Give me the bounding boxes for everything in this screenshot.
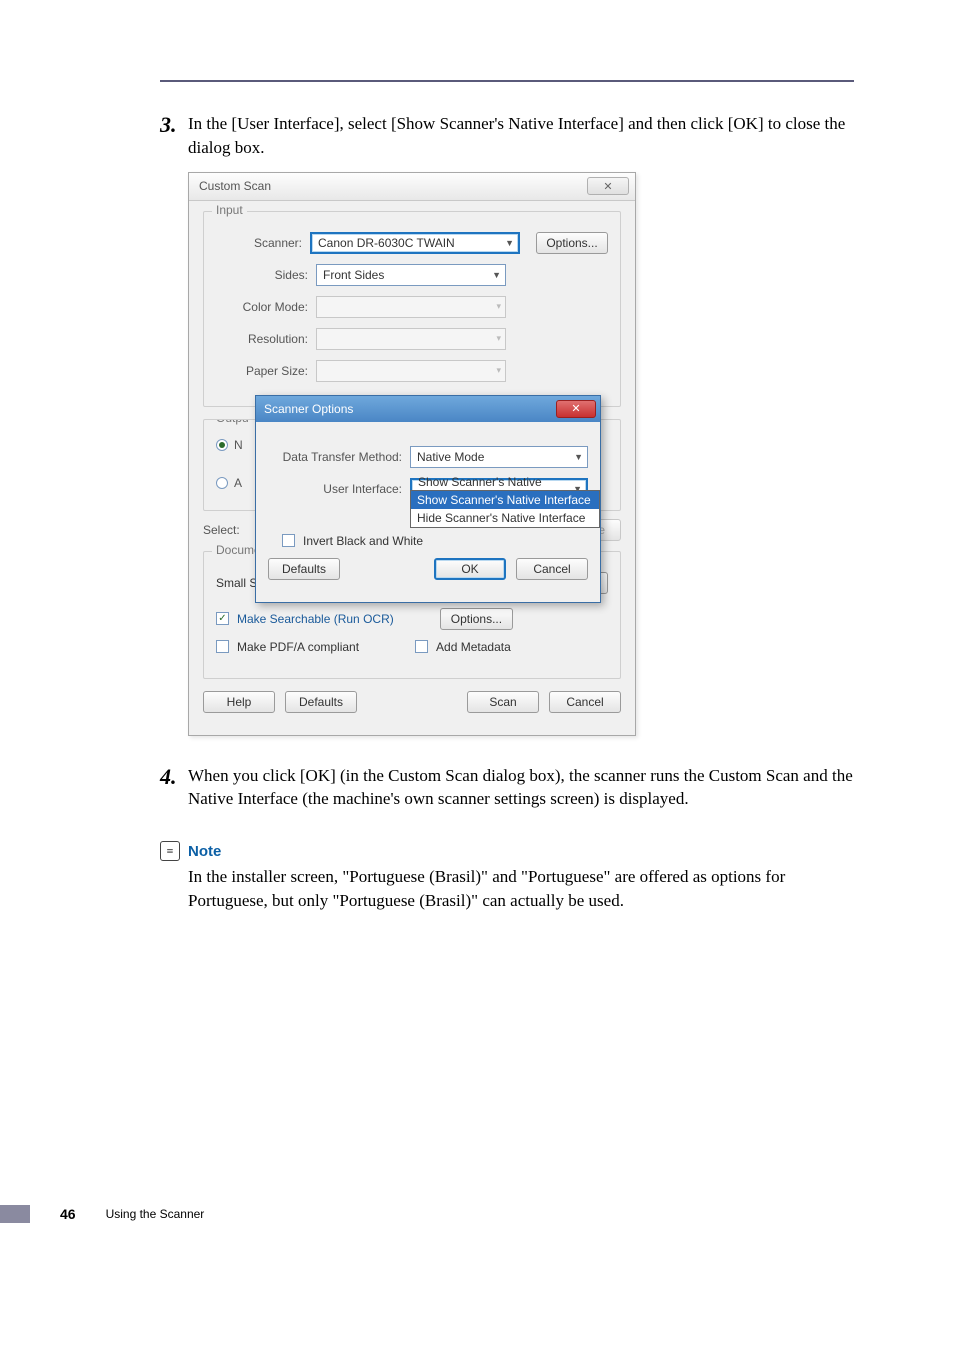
dtm-label: Data Transfer Method:: [268, 450, 402, 464]
page-number: 46: [60, 1206, 76, 1222]
step-3-text: In the [User Interface], select [Show Sc…: [188, 112, 854, 160]
close-icon: ✕: [603, 180, 612, 193]
ui-label: User Interface:: [268, 482, 402, 496]
scanner-options-dialog: Scanner Options ✕ Data Transfer Method: …: [255, 395, 601, 603]
step-3-number: 3.: [160, 112, 188, 160]
dtm-combo[interactable]: Native Mode ▼: [410, 446, 588, 468]
radio-icon: [216, 477, 228, 489]
header-rule: [160, 80, 854, 82]
ui-dropdown-list: Show Scanner's Native Interface Hide Sca…: [410, 490, 600, 528]
dialog-close-button[interactable]: ✕: [587, 177, 629, 195]
metadata-checkbox[interactable]: [415, 640, 428, 653]
ocr-checkbox[interactable]: ✓: [216, 612, 229, 625]
chevron-down-icon: ▼: [505, 238, 514, 248]
papersize-label: Paper Size:: [216, 364, 308, 378]
resolution-combo[interactable]: ▾: [316, 328, 506, 350]
footer-section: Using the Scanner: [106, 1207, 205, 1221]
inner-defaults-button[interactable]: Defaults: [268, 558, 340, 580]
colormode-combo[interactable]: ▾: [316, 296, 506, 318]
dialog-title: Custom Scan: [199, 179, 271, 193]
inner-title: Scanner Options: [264, 402, 353, 416]
note-text: In the installer screen, "Portuguese (Br…: [188, 865, 854, 913]
scanner-options-button[interactable]: Options...: [536, 232, 608, 254]
scanner-combo[interactable]: Canon DR-6030C TWAIN ▼: [310, 232, 520, 254]
sides-label: Sides:: [216, 268, 308, 282]
note-label: Note: [188, 843, 221, 860]
help-button[interactable]: Help: [203, 691, 275, 713]
invert-label: Invert Black and White: [303, 534, 423, 548]
dtm-value: Native Mode: [417, 450, 484, 464]
colormode-label: Color Mode:: [216, 300, 308, 314]
pdfa-label: Make PDF/A compliant: [237, 640, 359, 654]
scanner-value: Canon DR-6030C TWAIN: [318, 236, 455, 250]
dd-item-show[interactable]: Show Scanner's Native Interface: [411, 491, 599, 509]
dd-item-hide[interactable]: Hide Scanner's Native Interface: [411, 509, 599, 527]
chevron-down-icon: ▼: [574, 452, 583, 462]
pdfa-checkbox[interactable]: [216, 640, 229, 653]
input-fieldset: Input Scanner: Canon DR-6030C TWAIN ▼ Op…: [203, 211, 621, 407]
invert-checkbox[interactable]: [282, 534, 295, 547]
inner-titlebar: Scanner Options ✕: [256, 396, 600, 422]
inner-ok-button[interactable]: OK: [434, 558, 506, 580]
step-4-text: When you click [OK] (in the Custom Scan …: [188, 764, 854, 812]
cancel-button[interactable]: Cancel: [549, 691, 621, 713]
close-icon: ✕: [571, 402, 580, 415]
sides-value: Front Sides: [323, 268, 384, 282]
output-legend: Outpu: [212, 419, 253, 425]
ocr-options-button[interactable]: Options...: [440, 608, 513, 630]
step-4-number: 4.: [160, 764, 188, 812]
footer-accent: [0, 1205, 30, 1223]
scan-button[interactable]: Scan: [467, 691, 539, 713]
inner-close-button[interactable]: ✕: [556, 400, 596, 418]
scanner-label: Scanner:: [216, 236, 302, 250]
select-label: Select:: [203, 523, 251, 537]
chevron-down-icon: ▾: [496, 301, 501, 312]
sides-combo[interactable]: Front Sides ▼: [316, 264, 506, 286]
input-legend: Input: [212, 203, 247, 217]
dialog-titlebar: Custom Scan ✕: [189, 173, 635, 201]
metadata-label: Add Metadata: [436, 640, 511, 654]
note-icon: ≡: [160, 841, 180, 861]
ocr-label: Make Searchable (Run OCR): [237, 612, 394, 626]
radio-icon: [216, 439, 228, 451]
resolution-label: Resolution:: [216, 332, 308, 346]
page-footer: 46 Using the Scanner: [0, 1205, 204, 1223]
inner-cancel-button[interactable]: Cancel: [516, 558, 588, 580]
custom-scan-dialog: Custom Scan ✕ Input Scanner: Canon DR-60…: [188, 172, 636, 736]
chevron-down-icon: ▼: [492, 270, 501, 280]
chevron-down-icon: ▾: [496, 365, 501, 376]
papersize-combo[interactable]: ▾: [316, 360, 506, 382]
defaults-button[interactable]: Defaults: [285, 691, 357, 713]
chevron-down-icon: ▾: [496, 333, 501, 344]
